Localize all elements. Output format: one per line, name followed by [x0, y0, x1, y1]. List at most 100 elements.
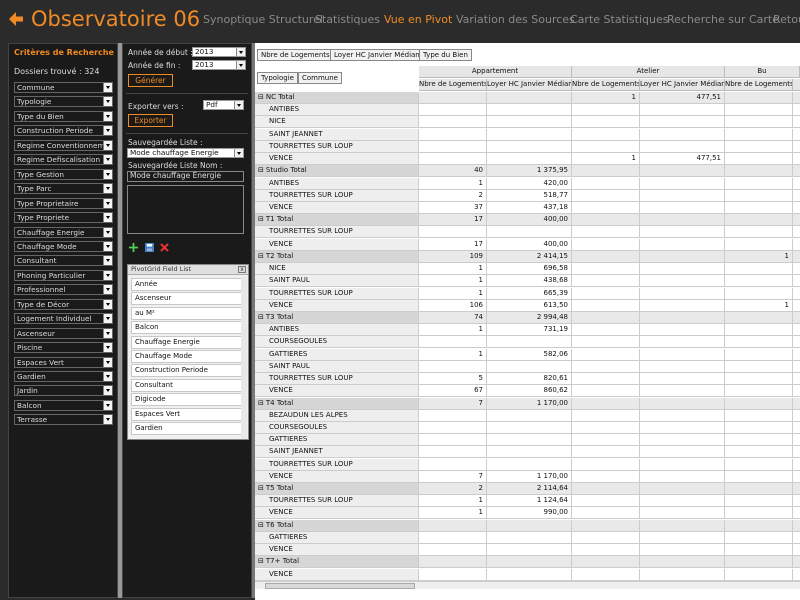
back-arrow-icon[interactable]: [8, 11, 24, 27]
row-header[interactable]: ⊟ T3 Total: [255, 311, 419, 324]
row-header[interactable]: ⊟ Studio Total: [255, 165, 419, 178]
expand-collapse-icon[interactable]: ⊟: [258, 215, 264, 223]
filter-label: Balcon: [17, 400, 42, 410]
row-header[interactable]: ⊟ T6 Total: [255, 519, 419, 532]
filter-select[interactable]: Regime Defiscalisation: [14, 154, 113, 166]
filter-select[interactable]: Regime Conventionnement: [14, 139, 113, 151]
field-list-item[interactable]: Consultant: [131, 378, 242, 392]
data-cell: 1 375,95: [487, 165, 572, 178]
field-list-scrollbar[interactable]: [241, 277, 247, 439]
filter-select[interactable]: Construction Periode: [14, 125, 113, 137]
filter-select[interactable]: Chauffage Energie: [14, 226, 113, 238]
filter-select[interactable]: Type Gestion: [14, 168, 113, 180]
column-group-header: Appartement: [419, 66, 572, 78]
expand-collapse-icon[interactable]: ⊟: [258, 93, 264, 101]
nav-item-6[interactable]: Retou: [773, 13, 800, 26]
filter-select[interactable]: Piscine: [14, 342, 113, 354]
expand-collapse-icon[interactable]: ⊟: [258, 399, 264, 407]
field-list-item[interactable]: Ascenseur: [131, 292, 242, 306]
row-field-button[interactable]: Typologie: [257, 72, 298, 84]
filter-select[interactable]: Professionnel: [14, 284, 113, 296]
filter-select[interactable]: Type de Décor: [14, 298, 113, 310]
filter-select[interactable]: Gardien: [14, 371, 113, 382]
export-format-select[interactable]: Pdf: [203, 100, 244, 110]
data-cell: 7: [419, 470, 487, 483]
field-list-item[interactable]: Espaces Vert: [131, 407, 242, 421]
field-list-item[interactable]: Balcon: [131, 321, 242, 335]
row-header[interactable]: ⊟ T7+ Total: [255, 556, 419, 569]
field-list-item[interactable]: Chauffage Mode: [131, 350, 242, 363]
filter-select[interactable]: Commune: [14, 82, 113, 93]
filter-select[interactable]: Balcon: [14, 399, 113, 411]
expand-collapse-icon[interactable]: ⊟: [258, 166, 264, 174]
column-field-button[interactable]: Nbre de Logements: [257, 49, 334, 61]
data-cell: 477,51: [640, 153, 725, 166]
row-header: SAINT JEANNET: [255, 446, 419, 459]
field-list-item[interactable]: Chauffage Energie: [131, 335, 242, 349]
data-cell: [419, 531, 487, 544]
filter-select[interactable]: Consultant: [14, 255, 113, 267]
filter-select[interactable]: Phoning Particulier: [14, 269, 113, 281]
close-icon[interactable]: x: [238, 266, 246, 273]
filter-select[interactable]: Ascenseur: [14, 327, 113, 339]
row-header[interactable]: ⊟ NC Total: [255, 92, 419, 104]
horizontal-scrollbar[interactable]: [255, 581, 800, 589]
nav-item-1[interactable]: Statistiques: [315, 13, 380, 26]
column-field-button[interactable]: Type du Bien: [419, 49, 472, 61]
filter-select[interactable]: Type Proprietaire: [14, 197, 113, 209]
row-label: Studio Total: [265, 166, 307, 175]
data-cell: [793, 311, 800, 324]
filter-select[interactable]: Jardin: [14, 385, 113, 397]
saved-list-textarea[interactable]: [127, 185, 244, 234]
filter-select[interactable]: Typologie: [14, 96, 113, 108]
data-cell: [793, 275, 800, 288]
field-list-item[interactable]: Année: [131, 278, 242, 291]
nav-item-3[interactable]: Variation des Sources: [456, 13, 575, 26]
filter-select[interactable]: Logement Individuel: [14, 313, 113, 325]
nav-item-0[interactable]: Synoptique Structurel: [203, 13, 323, 26]
row-header: TOURRETTES SUR LOUP: [255, 458, 419, 471]
field-list-item[interactable]: au M²: [131, 306, 242, 320]
row-header[interactable]: ⊟ T2 Total: [255, 250, 419, 263]
field-list-item[interactable]: Gardien: [131, 422, 242, 435]
data-cell: [572, 116, 640, 129]
filter-select[interactable]: Type Propriete: [14, 212, 113, 224]
row-header: VENCE: [255, 470, 419, 483]
expand-collapse-icon[interactable]: ⊟: [258, 252, 264, 260]
filter-select[interactable]: Terrasse: [14, 414, 113, 426]
expand-collapse-icon[interactable]: ⊟: [258, 557, 264, 565]
expand-collapse-icon[interactable]: ⊟: [258, 313, 264, 321]
nav-item-4[interactable]: Carte Statistiques: [570, 13, 668, 26]
data-cell: 1: [419, 177, 487, 190]
filter-select[interactable]: Type Parc: [14, 183, 113, 195]
filter-select[interactable]: Chauffage Mode: [14, 240, 113, 252]
expand-collapse-icon[interactable]: ⊟: [258, 521, 264, 529]
data-cell: 2: [419, 483, 487, 496]
scroll-thumb[interactable]: [265, 583, 415, 589]
row-header[interactable]: ⊟ T4 Total: [255, 397, 419, 410]
save-icon[interactable]: [145, 243, 154, 252]
table-row: GATTIERES: [255, 434, 800, 447]
add-icon[interactable]: [129, 243, 138, 252]
filter-select[interactable]: Espaces Vert: [14, 356, 113, 368]
filter-select[interactable]: Type du Bien: [14, 110, 113, 122]
nav-item-5[interactable]: Recherche sur Carte: [667, 13, 779, 26]
row-total: ⊟ T5 Total 2 2 114,64: [255, 483, 800, 496]
column-field-button[interactable]: Loyer HC Janvier Médiane: [330, 49, 429, 61]
nav-item-2[interactable]: Vue en Pivot: [384, 13, 452, 26]
annee-debut-select[interactable]: 2013: [192, 47, 246, 57]
row-header[interactable]: ⊟ T1 Total: [255, 214, 419, 227]
row-field-button[interactable]: Commune: [298, 72, 342, 84]
saved-name-input[interactable]: Mode chauffage Energie: [127, 171, 244, 182]
field-list-item[interactable]: Digicode: [131, 393, 242, 407]
row-header: SAINT JEANNET: [255, 128, 419, 141]
row-header[interactable]: ⊟ T5 Total: [255, 483, 419, 496]
field-list-item[interactable]: Construction Periode: [131, 364, 242, 378]
expand-collapse-icon[interactable]: ⊟: [258, 484, 264, 492]
exporter-button[interactable]: Exporter: [128, 114, 173, 127]
generer-button[interactable]: Générer: [128, 74, 173, 87]
delete-icon[interactable]: [160, 243, 169, 252]
annee-fin-select[interactable]: 2013: [192, 60, 246, 70]
saved-list-select[interactable]: Mode chauffage Energie: [127, 148, 244, 158]
data-cell: [793, 385, 800, 398]
